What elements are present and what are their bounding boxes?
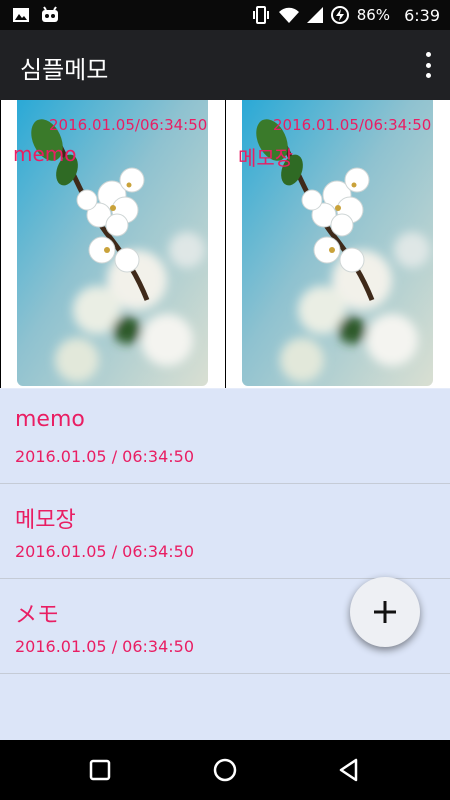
home-icon[interactable] bbox=[211, 756, 239, 784]
battery-charging-icon bbox=[330, 6, 349, 24]
vibrate-icon bbox=[252, 6, 269, 24]
gallery-card[interactable]: 2016.01.05/06:34:50 memo bbox=[0, 100, 224, 388]
gallery-card[interactable]: 2016.01.05/06:34:50 메모장 bbox=[225, 100, 449, 388]
list-item[interactable]: memo 2016.01.05 / 06:34:50 bbox=[0, 389, 450, 484]
memo-gallery: 2016.01.05/06:34:50 memo 2016.01.05/06:3… bbox=[0, 100, 450, 388]
app-title: 심플메모 bbox=[20, 56, 109, 84]
list-item[interactable]: 메모장 2016.01.05 / 06:34:50 bbox=[0, 484, 450, 579]
memo-title: メモ bbox=[15, 603, 60, 628]
battery-percent: 86% bbox=[356, 6, 391, 24]
memo-date: 2016.01.05 / 06:34:50 bbox=[15, 542, 195, 561]
signal-icon bbox=[306, 7, 323, 23]
card-title: 메모장 bbox=[238, 146, 294, 170]
more-vert-icon[interactable] bbox=[420, 52, 436, 78]
app-bar: 심플메모 bbox=[0, 30, 450, 100]
plus-icon bbox=[374, 601, 396, 623]
android-icon bbox=[42, 6, 58, 22]
add-memo-button[interactable] bbox=[350, 577, 420, 647]
image-icon bbox=[13, 8, 29, 22]
wifi-icon bbox=[278, 7, 299, 23]
card-title: memo bbox=[13, 142, 77, 166]
recents-icon[interactable] bbox=[86, 756, 114, 784]
memo-title: 메모장 bbox=[15, 508, 76, 533]
card-date: 2016.01.05/06:34:50 bbox=[273, 116, 432, 134]
navigation-bar bbox=[0, 740, 450, 800]
status-bar: 86% 6:39 bbox=[0, 0, 450, 30]
memo-date: 2016.01.05 / 06:34:50 bbox=[15, 447, 195, 466]
memo-title: memo bbox=[15, 407, 85, 432]
memo-date: 2016.01.05 / 06:34:50 bbox=[15, 637, 195, 656]
card-date: 2016.01.05/06:34:50 bbox=[49, 116, 208, 134]
back-icon[interactable] bbox=[336, 756, 364, 784]
clock: 6:39 bbox=[404, 5, 440, 25]
memo-list: memo 2016.01.05 / 06:34:50 메모장 2016.01.0… bbox=[0, 389, 450, 740]
